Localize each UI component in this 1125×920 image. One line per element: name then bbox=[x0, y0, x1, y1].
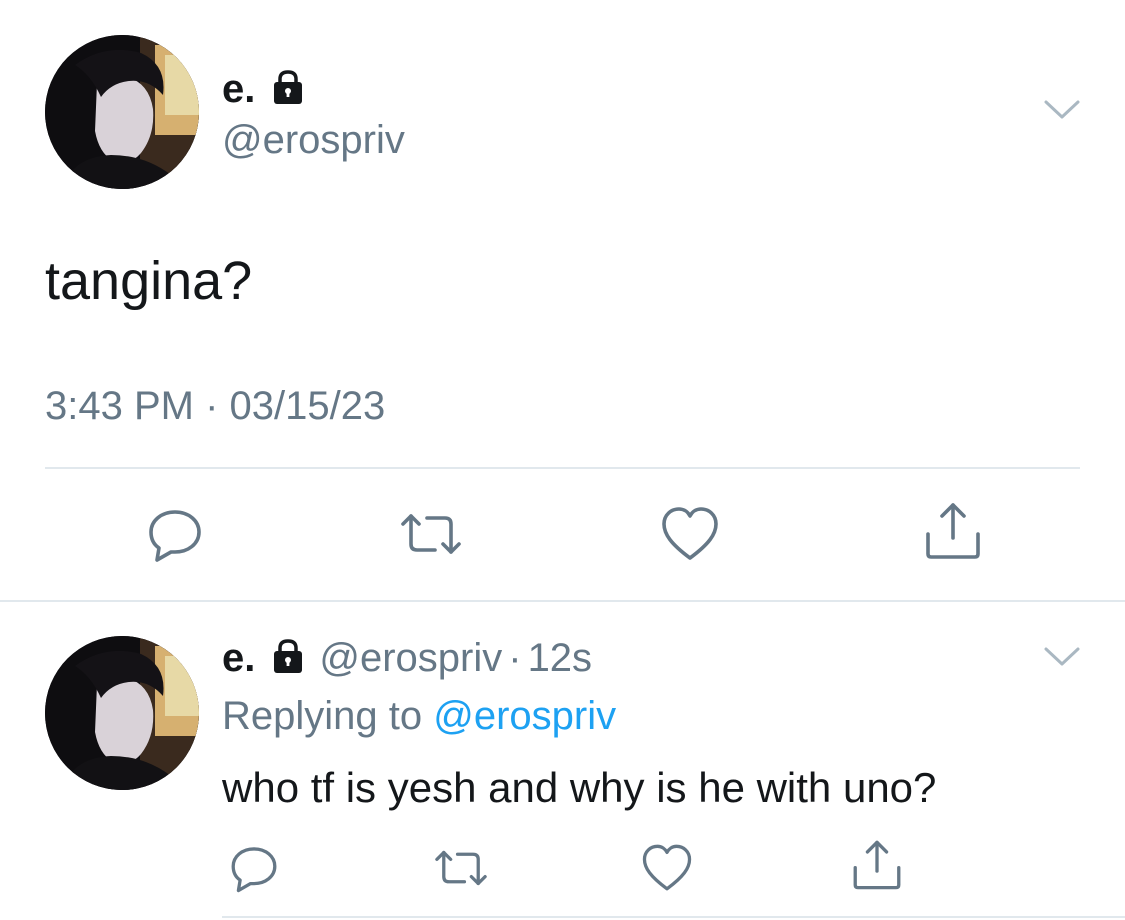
divider bbox=[222, 916, 1125, 918]
replying-label: Replying to bbox=[222, 694, 423, 738]
avatar[interactable] bbox=[45, 636, 199, 790]
timestamp[interactable]: 3:43 PM · 03/15/23 bbox=[45, 384, 385, 429]
display-name[interactable]: e. bbox=[222, 638, 255, 678]
heart-icon[interactable] bbox=[640, 842, 694, 899]
timestamp[interactable]: 12s bbox=[528, 636, 593, 681]
lock-icon bbox=[269, 68, 307, 111]
author-row: e. bbox=[222, 67, 307, 111]
share-icon[interactable] bbox=[850, 838, 904, 897]
reply-icon[interactable] bbox=[145, 504, 205, 569]
display-name[interactable]: e. bbox=[222, 69, 255, 109]
handle[interactable]: @erospriv bbox=[222, 118, 405, 163]
lock-icon bbox=[269, 637, 307, 680]
divider bbox=[0, 600, 1125, 602]
retweet-icon[interactable] bbox=[430, 842, 492, 899]
avatar-image bbox=[45, 35, 199, 189]
heart-icon[interactable] bbox=[659, 504, 721, 569]
reply-icon[interactable] bbox=[228, 842, 280, 899]
handle[interactable]: @erospriv bbox=[319, 636, 502, 681]
tweet-text: who tf is yesh and why is he with uno? bbox=[222, 764, 937, 811]
share-icon[interactable] bbox=[922, 500, 984, 567]
retweet-icon[interactable] bbox=[395, 504, 467, 569]
tweet-text: tangina? bbox=[45, 251, 253, 311]
author-row: e. @erospriv · 12s bbox=[222, 634, 592, 682]
chevron-down-icon[interactable] bbox=[1043, 645, 1081, 674]
chevron-down-icon[interactable] bbox=[1043, 98, 1081, 127]
separator: · bbox=[508, 635, 522, 680]
avatar-image bbox=[45, 636, 199, 790]
divider bbox=[45, 467, 1080, 469]
avatar[interactable] bbox=[45, 35, 199, 189]
replying-handle-link[interactable]: @erospriv bbox=[433, 694, 616, 738]
replying-to: Replying to @erospriv bbox=[222, 694, 616, 739]
